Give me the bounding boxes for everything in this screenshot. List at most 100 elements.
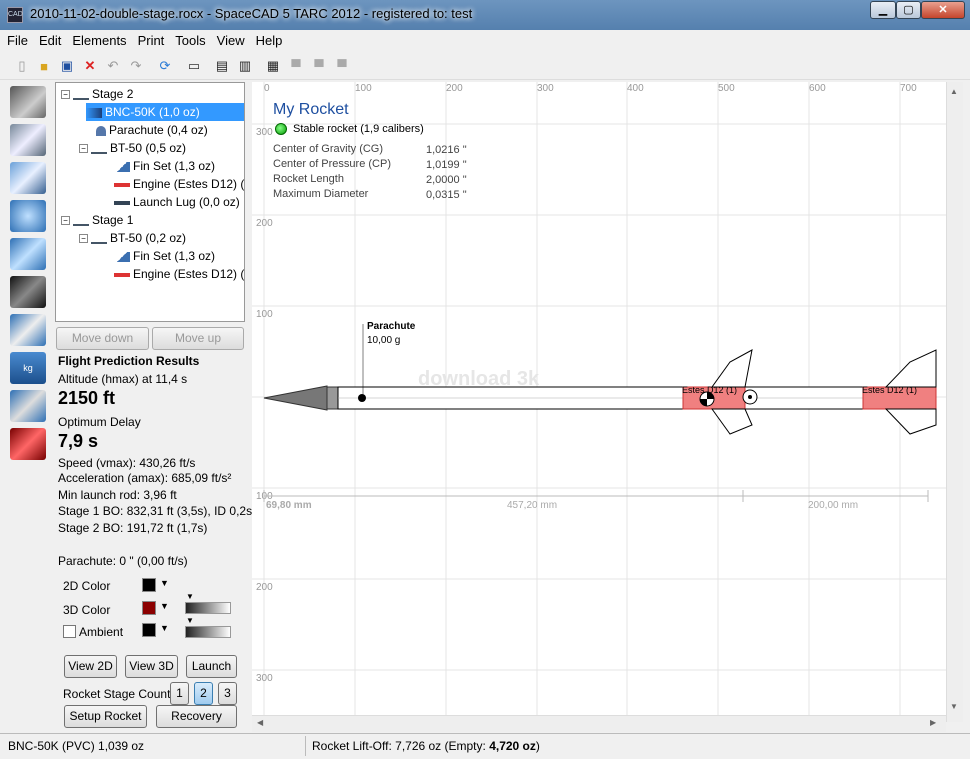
toolbar: ▯ ■ ▣ ✕ ↶ ↷ ⟳ ▭ ▤ ▥ ▦ ▀ ▀ ▀ — [0, 52, 970, 80]
tree-item-bt50-stage2[interactable]: − BT-50 (0,5 oz) — [79, 139, 186, 157]
close-window-button[interactable]: ✕ — [921, 1, 965, 19]
nosecone-palette-icon[interactable] — [10, 86, 46, 118]
stage-tool-3-icon[interactable]: ▀ — [332, 56, 352, 76]
delay-value: 7,9 s — [58, 431, 99, 451]
refresh-icon[interactable]: ⟳ — [155, 56, 175, 76]
coupler-palette-icon[interactable] — [10, 238, 46, 270]
scroll-left-icon[interactable]: ◀ — [257, 718, 263, 727]
horizontal-scrollbar[interactable]: ◀ ▶ — [252, 715, 946, 732]
engine-mount-palette-icon[interactable] — [10, 276, 46, 308]
menu-print[interactable]: Print — [131, 30, 169, 48]
tree-item-nosecone[interactable]: BNC-50K (1,0 oz) — [86, 103, 244, 121]
status-liftoff-weight: Rocket Lift-Off: 7,726 oz (Empty: 4,720 … — [312, 739, 540, 753]
color2d-swatch[interactable] — [142, 578, 156, 592]
launch-button[interactable]: Launch — [186, 655, 237, 678]
tree-item-parachute[interactable]: Parachute (0,4 oz) — [96, 121, 208, 139]
window-title: 2010-11-02-double-stage.rocx - SpaceCAD … — [30, 6, 473, 21]
nosecone-shape — [263, 385, 328, 411]
tree-item-bt50-stage1[interactable]: − BT-50 (0,2 oz) — [79, 229, 186, 247]
mass-palette-icon[interactable]: kg — [10, 352, 46, 384]
chevron-down-icon[interactable]: ▼ — [160, 601, 169, 611]
color3d-brightness-slider[interactable] — [185, 602, 231, 614]
menu-tools[interactable]: Tools — [168, 30, 209, 48]
stage-count-3-button[interactable]: 3 — [218, 682, 237, 705]
new-file-icon[interactable]: ▯ — [12, 56, 32, 76]
stage-tool-1-icon[interactable]: ▀ — [286, 56, 306, 76]
print-report-icon[interactable]: ▥ — [235, 56, 255, 76]
chevron-down-icon[interactable]: ▼ — [160, 578, 169, 588]
bodytube-palette-icon[interactable] — [10, 124, 46, 156]
print-preview-icon[interactable]: ▭ — [184, 56, 204, 76]
tree-item-engine-stage2[interactable]: Engine (Estes D12) (1, — [114, 175, 244, 193]
move-up-button[interactable]: Move up — [152, 327, 244, 350]
shoulder-shape — [326, 386, 339, 410]
tree-item-finset-stage2[interactable]: Fin Set (1,3 oz) — [114, 157, 215, 175]
speed-text: Speed (vmax): 430,26 ft/s — [58, 456, 196, 470]
undo-icon[interactable]: ↶ — [103, 56, 123, 76]
rocket-canvas[interactable]: 0 100 200 300 400 500 600 700 300 200 10… — [252, 82, 946, 722]
view-2d-button[interactable]: View 2D — [64, 655, 117, 678]
vertical-scrollbar[interactable]: ▲ ▼ — [946, 82, 963, 722]
stage-icon — [73, 216, 89, 226]
ruler-x-0: 0 — [264, 83, 270, 94]
rocket-view-icon[interactable]: ▦ — [263, 56, 283, 76]
recovery-button[interactable]: Recovery — [156, 705, 237, 728]
launch-lug-palette-icon[interactable] — [10, 390, 46, 422]
maximize-button[interactable]: ▢ — [896, 1, 921, 19]
centering-ring-palette-icon[interactable] — [10, 200, 46, 232]
stage-count-2-button[interactable]: 2 — [194, 682, 213, 705]
stage-tool-2-icon[interactable]: ▀ — [309, 56, 329, 76]
finset-icon — [114, 251, 130, 262]
stage-count-1-button[interactable]: 1 — [170, 682, 189, 705]
setup-rocket-button[interactable]: Setup Rocket — [64, 705, 147, 728]
menu-elements[interactable]: Elements — [65, 30, 130, 48]
menu-file[interactable]: File — [0, 30, 32, 48]
save-icon[interactable]: ▣ — [57, 56, 77, 76]
menu-edit[interactable]: Edit — [32, 30, 65, 48]
ruler-x-100: 100 — [355, 83, 372, 94]
cp-label: Center of Pressure (CP) — [273, 158, 391, 170]
tree-item-engine-stage1[interactable]: Engine (Estes D12) (1, — [114, 265, 244, 283]
stage-count-label: Rocket Stage Count — [63, 687, 171, 701]
tree-item-launchlug[interactable]: Launch Lug (0,0 oz) — [114, 193, 240, 211]
minimize-button[interactable]: ▁ — [870, 1, 896, 19]
ruler-x-400: 400 — [627, 83, 644, 94]
ruler-x-700: 700 — [900, 83, 917, 94]
transition-palette-icon[interactable] — [10, 314, 46, 346]
parachute-label: Parachute — [367, 321, 416, 332]
tree-item-finset-stage1[interactable]: Fin Set (1,3 oz) — [114, 247, 215, 265]
dimension-length-stage1: 200,00 mm — [808, 500, 858, 511]
ambient-brightness-slider[interactable] — [185, 626, 231, 638]
scroll-down-icon[interactable]: ▼ — [950, 702, 958, 711]
diameter-value: 0,0315 " — [426, 189, 467, 201]
menu-view[interactable]: View — [210, 30, 249, 48]
slider-thumb-icon[interactable]: ▼ — [186, 616, 194, 625]
component-tree[interactable]: − Stage 2 BNC-50K (1,0 oz) Parachute (0,4… — [55, 82, 245, 322]
stability-text: Stable rocket (1,9 calibers) — [293, 123, 424, 135]
redo-icon[interactable]: ↷ — [126, 56, 146, 76]
length-value: 2,0000 " — [426, 174, 467, 186]
ambient-swatch[interactable] — [142, 623, 156, 637]
open-folder-icon[interactable]: ■ — [34, 56, 54, 76]
fin-palette-icon[interactable] — [10, 162, 46, 194]
print-icon[interactable]: ▤ — [212, 56, 232, 76]
scroll-up-icon[interactable]: ▲ — [950, 87, 958, 96]
ambient-checkbox[interactable] — [63, 625, 76, 638]
color3d-swatch[interactable] — [142, 601, 156, 615]
engine-stage2-label: Estes D12 (1) — [682, 385, 737, 395]
parachute-icon — [96, 125, 106, 136]
ambient-label: Ambient — [79, 625, 124, 639]
engine-palette-icon[interactable] — [10, 428, 46, 460]
acceleration-text: Acceleration (amax): 685,09 ft/s² — [58, 471, 232, 485]
move-down-button[interactable]: Move down — [56, 327, 149, 350]
chevron-down-icon[interactable]: ▼ — [160, 623, 169, 633]
color2d-label: 2D Color — [63, 579, 111, 593]
view-3d-button[interactable]: View 3D — [125, 655, 178, 678]
menu-help[interactable]: Help — [249, 30, 287, 48]
scroll-right-icon[interactable]: ▶ — [930, 718, 936, 727]
slider-thumb-icon[interactable]: ▼ — [186, 592, 194, 601]
tree-item-stage2[interactable]: − Stage 2 — [61, 85, 133, 103]
delete-icon[interactable]: ✕ — [80, 56, 100, 76]
stage-icon — [73, 90, 89, 100]
tree-item-stage1[interactable]: − Stage 1 — [61, 211, 133, 229]
